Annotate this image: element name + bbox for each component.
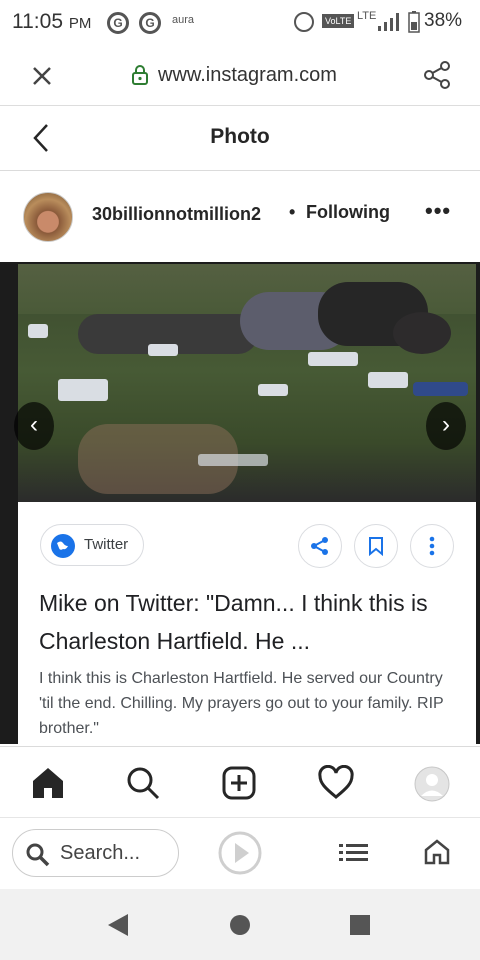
figure-head: [393, 312, 451, 354]
more-options-icon[interactable]: •••: [425, 198, 451, 224]
lock-icon: [132, 65, 148, 85]
litter: [28, 324, 48, 338]
following-button[interactable]: Following: [306, 202, 390, 223]
google-notification-icon-2: G: [139, 12, 161, 34]
home-icon[interactable]: [423, 838, 451, 866]
play-icon[interactable]: [217, 830, 263, 876]
google-notification-icon: G: [107, 12, 129, 34]
search-icon[interactable]: [125, 765, 161, 801]
litter: [198, 454, 268, 466]
battery-icon: [408, 11, 420, 33]
clock: 11:05 PM: [12, 10, 91, 34]
separator-dot: •: [289, 202, 296, 222]
battery-percent: 38%: [424, 10, 463, 31]
more-vert-icon: [429, 536, 435, 556]
browser-search-box[interactable]: Search...: [12, 829, 179, 877]
bookmark-icon: [369, 537, 383, 557]
browser-bottom-bar: Search...: [0, 817, 480, 889]
new-post-icon[interactable]: [221, 765, 257, 801]
search-placeholder: Search...: [60, 842, 141, 864]
lte-label: LTE: [357, 10, 377, 22]
close-icon[interactable]: [30, 64, 54, 88]
profile-avatar-icon[interactable]: [413, 765, 451, 803]
back-icon[interactable]: [106, 912, 130, 938]
clock-time: 11:05: [12, 10, 63, 33]
previous-photo-button[interactable]: ‹: [14, 402, 54, 450]
share-result-button[interactable]: [298, 524, 342, 568]
more-vert-button[interactable]: [410, 524, 454, 568]
post-photo[interactable]: ‹ › Twitter Mike on Twitter: "Damn... I …: [0, 262, 480, 744]
clock-ampm: PM: [68, 15, 92, 32]
user-avatar[interactable]: [23, 192, 73, 242]
bookmark-button[interactable]: [354, 524, 398, 568]
litter: [413, 382, 468, 396]
instagram-bottom-nav: [0, 746, 480, 816]
litter: [148, 344, 178, 356]
system-navigation-bar: [0, 889, 480, 960]
litter: [308, 352, 358, 366]
globe-icon: [51, 534, 75, 558]
recent-apps-icon[interactable]: [348, 913, 372, 937]
source-label: Twitter: [84, 536, 129, 553]
status-bar: 11:05 PM G G aura VoLTE LTE 38%: [0, 0, 480, 46]
activity-heart-icon[interactable]: [317, 765, 355, 801]
url-text[interactable]: www.instagram.com: [158, 64, 337, 87]
result-description: I think this is Charleston Hartfield. He…: [39, 670, 444, 737]
search-icon: [26, 843, 50, 867]
list-icon[interactable]: [339, 842, 369, 864]
link-preview-card: Twitter Mike on Twitter: "Damn... I thin…: [18, 502, 476, 744]
litter: [368, 372, 408, 388]
page-title: Photo: [210, 125, 270, 148]
litter: [258, 384, 288, 396]
browser-url-bar: www.instagram.com: [0, 46, 480, 106]
username-link[interactable]: 30billionnotmillion2: [92, 204, 261, 225]
signal-icon: [378, 13, 399, 31]
next-photo-button[interactable]: ›: [426, 402, 466, 450]
share-icon[interactable]: [423, 60, 453, 90]
litter: [58, 379, 108, 401]
aura-notification: aura: [172, 14, 195, 26]
home-icon[interactable]: [30, 765, 66, 801]
home-circle-icon[interactable]: [228, 913, 252, 937]
alarm-icon: [294, 12, 314, 32]
page-header: Photo: [0, 107, 480, 171]
share-icon: [311, 537, 328, 555]
photo-scene: [18, 264, 476, 502]
source-chip[interactable]: Twitter: [40, 524, 144, 566]
result-headline: Mike on Twitter: "Damn... I think this i…: [39, 590, 428, 654]
volte-badge: VoLTE: [322, 14, 355, 28]
post-header: 30billionnotmillion2 • Following •••: [0, 172, 480, 262]
